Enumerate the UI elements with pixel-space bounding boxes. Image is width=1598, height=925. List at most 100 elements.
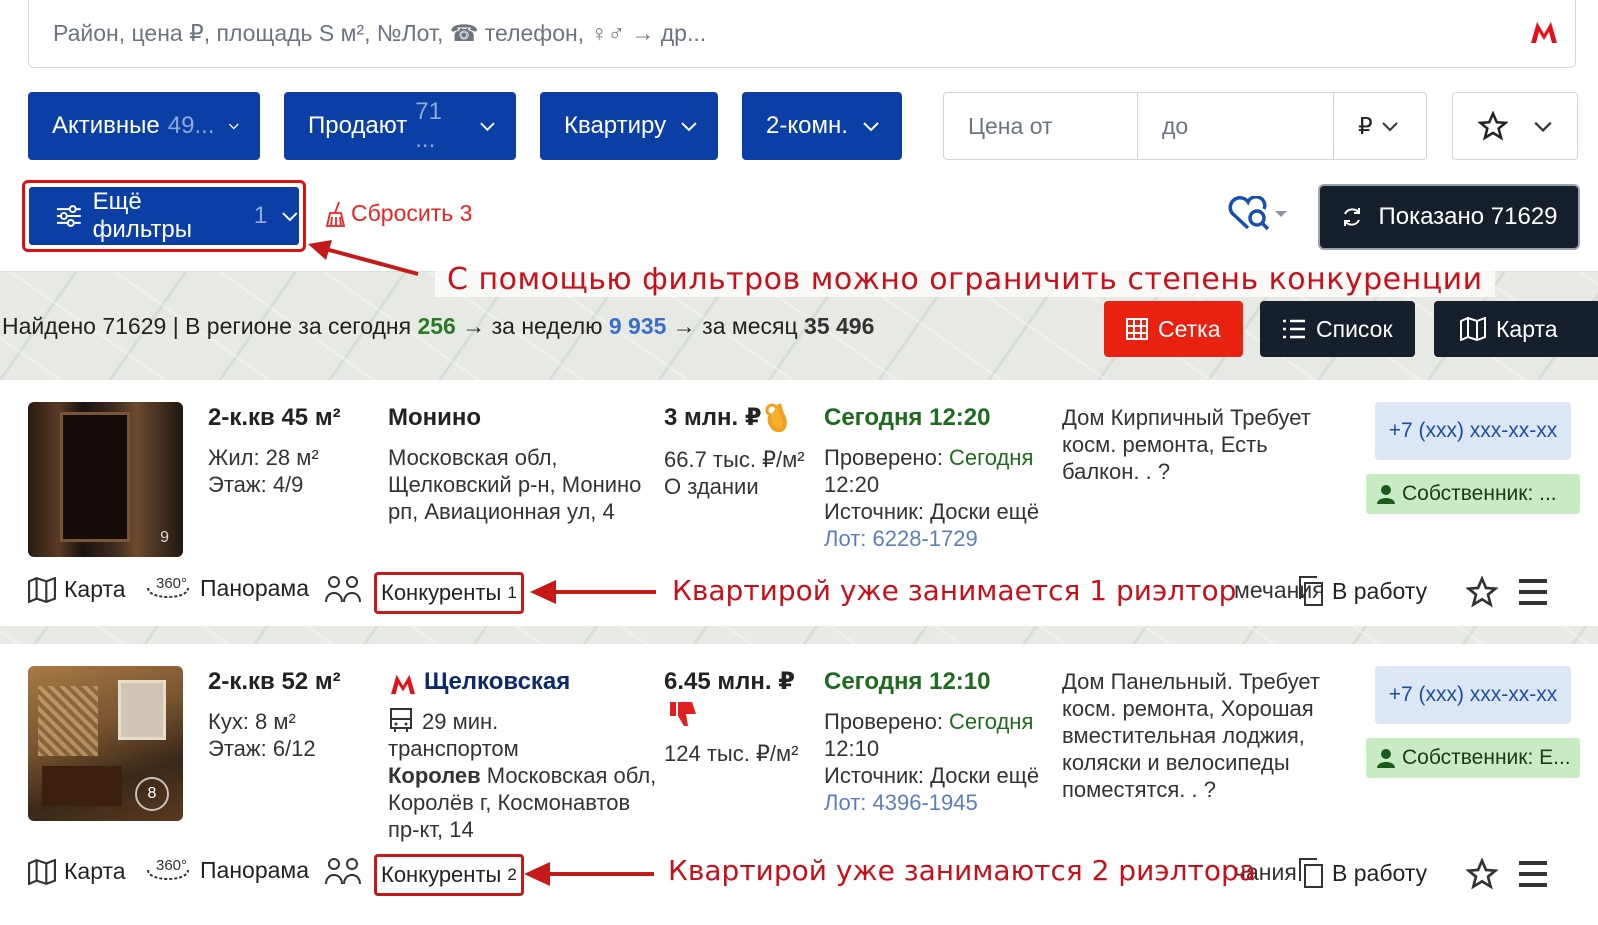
owner-badge[interactable]: Собственник: ... <box>1366 474 1580 514</box>
star-icon[interactable] <box>1466 576 1498 608</box>
action-work-label: В работу <box>1332 577 1428 604</box>
checked-time: 12:10 <box>824 736 880 761</box>
listing-title[interactable]: 2-к.кв 45 м² <box>208 404 341 431</box>
competitors-icon <box>325 576 361 603</box>
listing-source[interactable]: Источник: Доски ещё <box>824 762 1039 789</box>
copy-icon <box>1299 858 1323 888</box>
heart-search-icon <box>1228 196 1270 231</box>
currency-label: ₽ <box>1358 112 1373 139</box>
search-placeholder: Район, цена ₽, площадь S м², №Лот, ☎ тел… <box>53 20 707 46</box>
action-map[interactable]: Карта <box>28 858 126 885</box>
svg-text:360°: 360° <box>156 575 187 592</box>
action-work[interactable]: В работу <box>1298 858 1427 888</box>
reset-filters-link[interactable]: Сбросить 3 <box>325 200 472 227</box>
description-line: Дом Кирпичный Требует <box>1062 405 1311 430</box>
chevron-down-icon <box>863 122 879 132</box>
type-filter[interactable]: Квартиру <box>540 92 718 160</box>
listing-price: 6.45 млн. ₽ <box>664 668 795 695</box>
checked-value: Сегодня <box>949 709 1034 734</box>
rooms-filter[interactable]: 2-комн. <box>742 92 902 160</box>
photo-count: 9 <box>160 529 169 546</box>
about-building-link[interactable]: О здании <box>664 473 759 500</box>
menu-icon[interactable] <box>1518 578 1548 606</box>
owner-badge[interactable]: Собственник: Е... <box>1366 738 1580 778</box>
listing-date: Сегодня 12:10 <box>824 668 991 695</box>
listing-place[interactable]: Монино <box>388 404 481 431</box>
address-line: рп, Авиационная ул, 4 <box>388 499 615 524</box>
favorites-filter[interactable] <box>1452 92 1578 160</box>
phone-button[interactable]: +7 (xxx) xxx-xx-xx <box>1375 402 1571 460</box>
action-map[interactable]: Карта <box>28 576 126 603</box>
more-filters-label: Ещё фильтры <box>92 188 193 243</box>
deal-filter[interactable]: Продают 71 ... <box>284 92 516 160</box>
action-panorama-label: Панорама <box>200 856 310 883</box>
annotation-arrow <box>524 862 654 886</box>
more-filters-button[interactable]: Ещё фильтры 1 <box>29 187 299 245</box>
panorama-360-icon: 360° <box>147 575 189 598</box>
stats-week: 9 935 <box>608 313 667 339</box>
stats-month: 35 496 <box>804 313 875 339</box>
copy-icon <box>1299 576 1323 606</box>
competitors-icon <box>325 858 361 885</box>
menu-icon[interactable] <box>1518 860 1548 888</box>
price-per-m2: 66.7 тыс. ₽/м² <box>664 447 805 472</box>
view-map-button[interactable]: Карта <box>1434 301 1598 357</box>
view-grid-button[interactable]: Сетка <box>1104 301 1243 357</box>
bus-icon <box>390 708 412 732</box>
metro-icon <box>1531 22 1557 43</box>
annotation-competitors-2: Квартирой уже занимаются 2 риэлтора <box>668 854 1256 887</box>
metro-station[interactable]: Щелковская <box>424 668 570 695</box>
action-panorama[interactable]: 360° Панорама <box>144 854 309 886</box>
price-to-input[interactable]: до <box>1138 93 1334 159</box>
star-icon[interactable] <box>1466 858 1498 890</box>
phone-button[interactable]: +7 (xxx) xxx-xx-xx <box>1375 666 1571 724</box>
rooms-label: 2-комн. <box>766 112 848 139</box>
deal-label: Продают <box>308 112 408 139</box>
price-per-m2: 124 тыс. ₽/м² <box>664 741 799 766</box>
show-results-button[interactable]: Показано 71629 <box>1318 184 1580 250</box>
annotation-arrow <box>530 580 656 604</box>
listing-city: Королев <box>388 763 481 788</box>
status-filter[interactable]: Активные 49... <box>28 92 260 160</box>
stats-sep: | В регионе за сегодня <box>166 313 418 339</box>
stats-month-label: → за месяц <box>666 313 805 339</box>
action-map-label: Карта <box>64 576 126 602</box>
annotation-competitors-1: Квартирой уже занимается 1 риэлтор <box>672 574 1237 607</box>
photo-window <box>118 680 166 740</box>
found-count: Найдено 71629 <box>2 313 167 339</box>
person-icon <box>1377 749 1395 768</box>
stats-week-label: → за неделю <box>455 313 609 339</box>
listing-photo[interactable]: 9 <box>28 402 183 557</box>
description-line: коляски и велосипеды <box>1062 750 1290 775</box>
stats-today: 256 <box>417 313 456 339</box>
competitors-button[interactable]: Конкуренты 1 <box>374 572 524 614</box>
chevron-down-icon <box>681 122 697 132</box>
listing-source[interactable]: Источник: Доски ещё <box>824 498 1039 525</box>
listing-title[interactable]: 2-к.кв 52 м² <box>208 668 341 695</box>
competitors-label: Конкуренты <box>381 580 502 605</box>
currency-select[interactable]: ₽ <box>1334 93 1399 159</box>
action-work[interactable]: В работу <box>1298 576 1427 606</box>
saved-search-button[interactable] <box>1228 196 1288 232</box>
listing-card[interactable]: 9 2-к.кв 45 м² Жил: 28 м² Этаж: 4/9 Мони… <box>0 380 1598 626</box>
map-icon <box>28 576 56 603</box>
photo-wall <box>38 686 98 756</box>
checked-label: Проверено: <box>824 445 950 470</box>
price-from-input[interactable]: Цена от <box>944 93 1138 159</box>
action-panorama[interactable]: 360° Панорама <box>144 572 309 604</box>
listing-card[interactable]: 8 2-к.кв 52 м² Кух: 8 м² Этаж: 6/12 Щелк… <box>0 644 1598 925</box>
view-list-button[interactable]: Список <box>1260 301 1415 357</box>
type-label: Квартиру <box>564 112 667 139</box>
map-icon <box>1460 317 1486 341</box>
chevron-down-icon <box>480 122 495 132</box>
address-line: пр-кт, 14 <box>388 817 474 842</box>
status-label: Активные <box>52 112 160 139</box>
competitors-button[interactable]: Конкуренты 2 <box>374 854 524 896</box>
shown-label: Показано 71629 <box>1378 203 1558 230</box>
listing-lot: Лот: 4396-1945 <box>824 790 978 815</box>
listing-photo[interactable]: 8 <box>28 666 183 821</box>
search-input[interactable]: Район, цена ₽, площадь S м², №Лот, ☎ тел… <box>28 0 1576 68</box>
chevron-down-icon <box>282 212 298 222</box>
person-icon <box>1377 485 1395 504</box>
map-icon <box>28 858 56 885</box>
